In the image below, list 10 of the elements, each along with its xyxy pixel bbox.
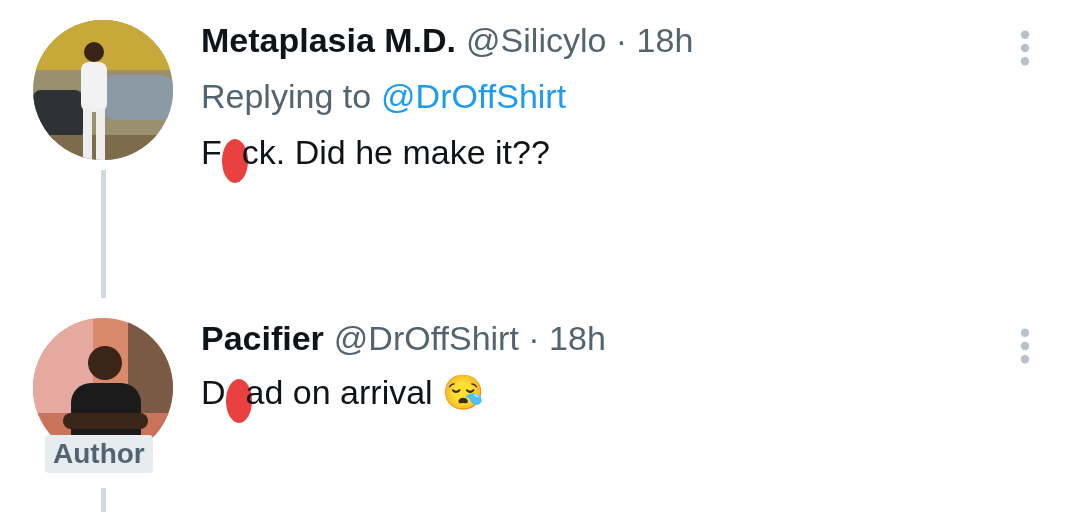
display-name[interactable]: Metaplasia M.D. bbox=[201, 20, 457, 60]
tweet-text: F bbox=[201, 132, 222, 172]
handle-and-time: @DrOffShirt · 18h bbox=[333, 318, 606, 358]
handle-and-time: @Silicylo · 18h bbox=[466, 20, 694, 60]
more-icon[interactable] bbox=[1020, 328, 1030, 364]
tweet-text: D bbox=[201, 372, 226, 412]
more-icon[interactable] bbox=[1020, 30, 1030, 66]
display-name[interactable]: Pacifier bbox=[201, 318, 324, 358]
replying-to-label: Replying to bbox=[201, 76, 372, 116]
author-badge: Author bbox=[45, 435, 153, 473]
